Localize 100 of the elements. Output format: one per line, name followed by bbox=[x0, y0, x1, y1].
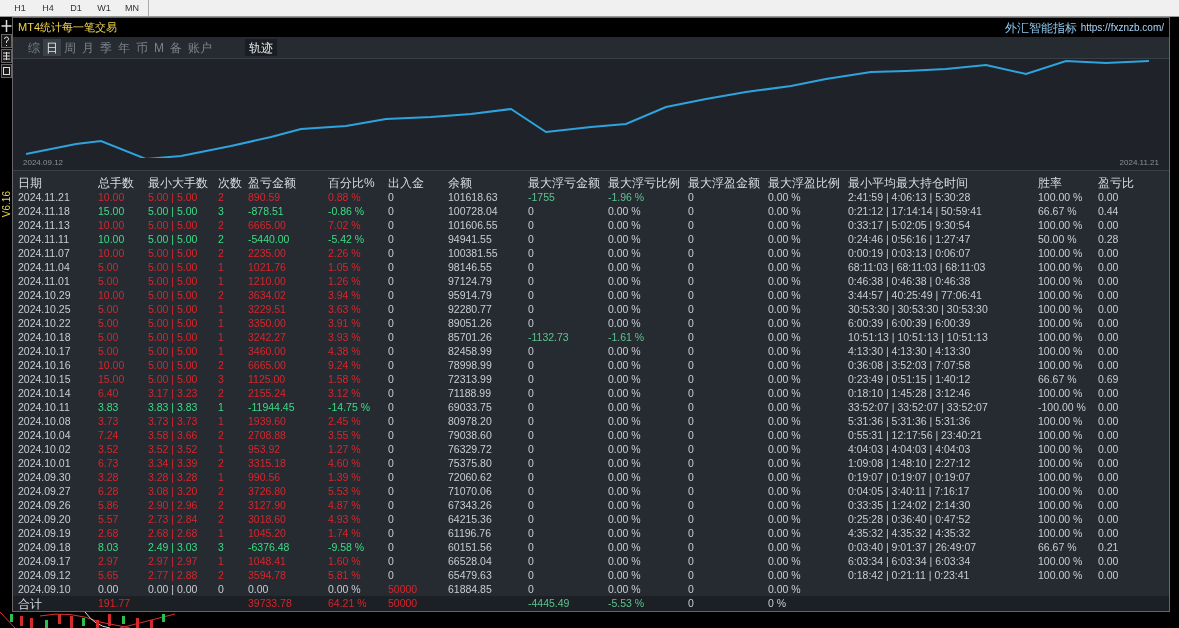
table-cell-text: -14.75 % bbox=[328, 401, 372, 413]
table-cell-text: 5.00 | 5.00 bbox=[148, 275, 199, 287]
table-cell-text: 3.63 % bbox=[328, 303, 362, 315]
table-cell-text: 3:44:57 | 40:25:49 | 77:06:41 bbox=[848, 289, 983, 301]
table-cell-text: 0 bbox=[528, 303, 535, 315]
table-cell-text: 95914.79 bbox=[448, 289, 493, 301]
table-cell-text: 0 bbox=[218, 583, 225, 595]
table-cell-text: 0.00 % bbox=[608, 317, 642, 329]
table-cell-text: 5.00 | 5.00 bbox=[148, 331, 199, 343]
table-cell-text: 0 bbox=[528, 443, 535, 455]
table-cell-text: 0 bbox=[528, 247, 535, 259]
table-cell-text: 2.97 | 2.97 bbox=[148, 555, 199, 567]
table-cell-text: 2 bbox=[218, 457, 225, 469]
timeframe-button[interactable]: H1 bbox=[6, 3, 34, 13]
table-cell-text: 71070.06 bbox=[448, 485, 493, 497]
grid-icon[interactable] bbox=[0, 49, 12, 63]
table-cell-text: 100.00 % bbox=[1038, 359, 1084, 371]
table-cell-text: 0.00 bbox=[1098, 429, 1120, 441]
table-cell-text: 0.00 % bbox=[768, 499, 802, 511]
table-cell-text: 1 bbox=[218, 331, 225, 343]
timeframe-button[interactable]: H4 bbox=[34, 3, 62, 13]
table-cell-text: 2024.11.13 bbox=[18, 219, 71, 231]
period-tab[interactable]: 日 bbox=[43, 39, 61, 56]
period-tab[interactable]: 周 bbox=[61, 39, 79, 56]
table-cell-text: 2 bbox=[218, 191, 225, 203]
table-cell-text: 2:41:59 | 4:06:13 | 5:30:28 bbox=[848, 191, 972, 203]
table-cell-text: 1 bbox=[218, 415, 225, 427]
table-cell-text: 0.00 % bbox=[608, 373, 642, 385]
table-cell-text: 33:52:07 | 33:52:07 | 33:52:07 bbox=[848, 401, 989, 413]
table-cell-text: 2024.10.08 bbox=[18, 415, 72, 427]
period-tab[interactable]: 备 bbox=[167, 39, 185, 56]
table-cell-text: 0 bbox=[388, 205, 395, 217]
period-tab[interactable]: 综 bbox=[25, 39, 43, 56]
table-cell-text: 0 bbox=[528, 583, 535, 595]
period-tab[interactable]: 月 bbox=[79, 39, 97, 56]
table-cell-text: 100.00 % bbox=[1038, 555, 1084, 567]
table-cell-text: 1210.00 bbox=[248, 275, 287, 287]
table-cell-text: 0 bbox=[528, 541, 535, 553]
table-cell-text: 2024.10.18 bbox=[18, 331, 72, 343]
table-cell-text: 65479.63 bbox=[448, 569, 493, 581]
period-tab[interactable]: 季 bbox=[97, 39, 115, 56]
table-cell-text: 0.00 % bbox=[608, 429, 642, 441]
axis-date-label: 2024.11.21 bbox=[1119, 157, 1159, 169]
table-cell-text: 0 bbox=[528, 457, 535, 469]
period-tab[interactable]: 年 bbox=[115, 39, 133, 56]
table-cell-text: 2235.00 bbox=[248, 247, 287, 259]
table-cell-text: 2 bbox=[218, 429, 225, 441]
help-icon[interactable] bbox=[0, 34, 12, 48]
table-cell-text: 0 bbox=[528, 275, 535, 287]
track-button[interactable]: 轨迹 bbox=[245, 39, 277, 56]
table-cell-text: 10.00 bbox=[98, 219, 126, 231]
timeframe-button[interactable]: W1 bbox=[90, 3, 118, 13]
timeframe-button[interactable]: MN bbox=[118, 3, 146, 13]
period-tab[interactable]: M bbox=[151, 39, 167, 56]
table-cell-text: 10.00 bbox=[98, 191, 126, 203]
table-cell-text: 0.44 bbox=[1098, 205, 1120, 217]
table-cell-text: 3.28 | 3.28 bbox=[148, 471, 199, 483]
table-cell-text: 0 bbox=[688, 247, 695, 259]
table-cell-text: 0.00 % bbox=[768, 541, 802, 553]
table-cell-text: 100.00 % bbox=[1038, 513, 1084, 525]
column-header: 最大浮盈金额 bbox=[688, 176, 761, 189]
timeframe-button[interactable]: D1 bbox=[62, 3, 90, 13]
table-cell-text: 50000 bbox=[388, 583, 419, 595]
table-cell-text: 3 bbox=[218, 541, 225, 553]
table-cell-text: 0:25:28 | 0:36:40 | 0:47:52 bbox=[848, 513, 972, 525]
table-cell-text: 2.45 % bbox=[328, 415, 362, 427]
table-cell-text: 0.00 % bbox=[608, 219, 642, 231]
table-cell-text: 39733.78 bbox=[248, 598, 293, 609]
table-cell-text: 75375.80 bbox=[448, 457, 493, 469]
table-cell-text: 2024.09.12 bbox=[18, 569, 72, 581]
table-cell-text: 3.91 % bbox=[328, 317, 362, 329]
table-cell-text: 5.00 bbox=[98, 331, 120, 343]
column-header: 日期 bbox=[18, 176, 43, 189]
table-cell-text: 1 bbox=[218, 527, 225, 539]
table-cell-text: -5440.00 bbox=[248, 233, 291, 245]
table-cell-text: 0.00 bbox=[1098, 219, 1120, 231]
table-cell-text: 2 bbox=[218, 247, 225, 259]
table-cell-text: 1.27 % bbox=[328, 443, 362, 455]
table-cell-text: 0.00 bbox=[1098, 499, 1120, 511]
table-cell-text: 64.21 % bbox=[328, 598, 368, 609]
table-cell-text: 0.00 % bbox=[768, 359, 802, 371]
period-tab[interactable]: 账户 bbox=[185, 39, 215, 56]
table-cell-text: 0 bbox=[688, 275, 695, 287]
site-link[interactable]: https://fxznzb.com/ bbox=[1080, 20, 1164, 35]
table-cell-text: 0 bbox=[688, 598, 695, 609]
table-cell-text: 2 bbox=[218, 569, 225, 581]
table-cell-text: 1.74 % bbox=[328, 527, 362, 539]
table-cell-text: 100.00 % bbox=[1038, 303, 1084, 315]
column-header: 次数 bbox=[218, 176, 243, 189]
table-cell-text: 0.00 % bbox=[768, 373, 802, 385]
table-cell-text: 0.00 % bbox=[768, 275, 802, 287]
period-tab[interactable]: 币 bbox=[133, 39, 151, 56]
table-cell-text: 3.52 bbox=[98, 443, 120, 455]
table-cell-text: 5.00 | 5.00 bbox=[148, 303, 199, 315]
table-cell-text: 3.83 bbox=[98, 401, 120, 413]
table-cell-text: 100.00 % bbox=[1038, 345, 1084, 357]
crosshair-icon[interactable] bbox=[0, 19, 12, 33]
table-cell-text: 5.00 | 5.00 bbox=[148, 317, 199, 329]
window-icon[interactable] bbox=[0, 64, 12, 78]
table-cell-text: 0:33:17 | 5:02:05 | 9:30:54 bbox=[848, 219, 972, 231]
